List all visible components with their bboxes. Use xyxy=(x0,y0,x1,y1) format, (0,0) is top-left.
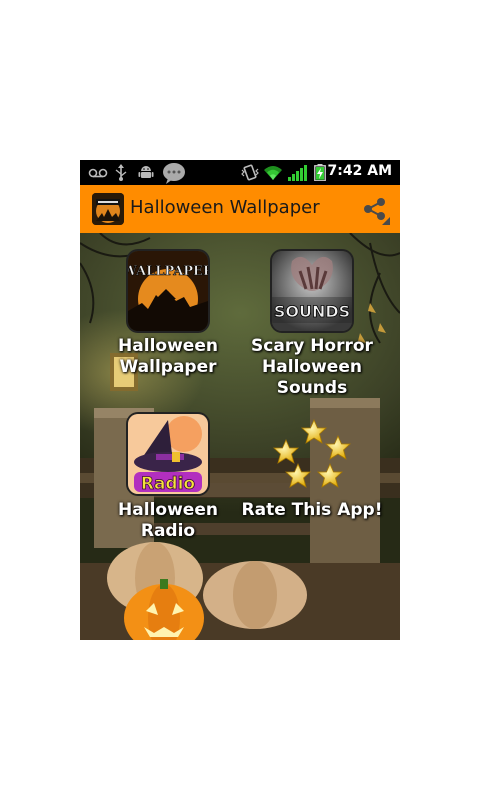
vibrate-icon xyxy=(241,164,259,181)
status-time: 7:42 AM xyxy=(327,163,392,179)
tile-label: Rate This App! xyxy=(241,500,383,520)
app-logo-icon[interactable] xyxy=(92,193,124,225)
wallpaper-icon[interactable]: WALLPAPER xyxy=(128,251,208,331)
usb-icon xyxy=(115,164,127,181)
chat-icon xyxy=(163,163,185,184)
wifi-icon xyxy=(264,166,282,180)
tile-label: Halloween Radio xyxy=(118,500,218,541)
radio-icon[interactable]: Radio xyxy=(128,414,208,494)
share-icon[interactable] xyxy=(360,195,390,225)
tile-label: Scary Horror Halloween Sounds xyxy=(251,336,373,398)
android-debug-icon xyxy=(138,166,154,178)
voicemail-icon xyxy=(88,168,108,178)
svg-text:SOUNDS: SOUNDS xyxy=(274,302,350,321)
stars-icon[interactable] xyxy=(270,418,354,492)
svg-text:WALLPAPER: WALLPAPER xyxy=(128,264,208,279)
app-title: Halloween Wallpaper xyxy=(130,197,320,218)
svg-text:Radio: Radio xyxy=(141,474,195,494)
phone-screen: 7:42 AM Halloween Wallpaper WALLPAPE Hal… xyxy=(80,160,400,640)
main-content: WALLPAPER Halloween Wallpaper xyxy=(80,233,400,640)
action-bar: Halloween Wallpaper xyxy=(80,185,400,233)
signal-icon xyxy=(288,165,307,181)
tile-label: Halloween Wallpaper xyxy=(118,336,218,377)
status-bar: 7:42 AM xyxy=(80,160,400,185)
battery-charging-icon xyxy=(314,164,326,181)
sounds-icon[interactable]: SOUNDS xyxy=(272,251,352,331)
